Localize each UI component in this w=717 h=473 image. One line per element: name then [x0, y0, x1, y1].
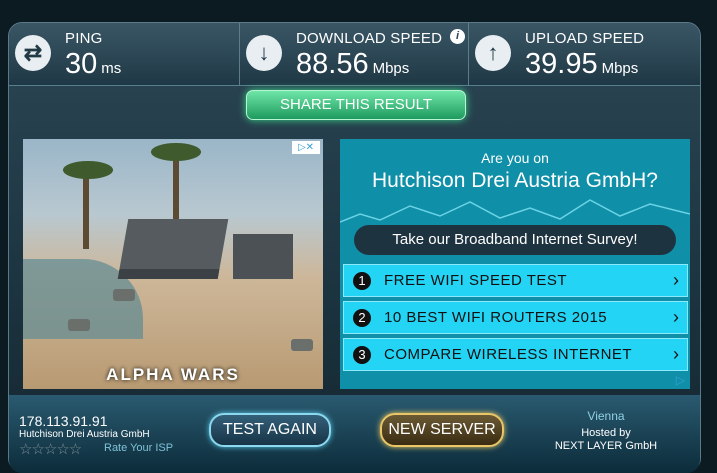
download-label: DOWNLOAD SPEED	[296, 30, 443, 47]
ping-unit: ms	[101, 60, 122, 77]
chevron-right-icon: ›	[673, 344, 679, 364]
server-host: Hosted by NEXT LAYER GmbH	[521, 427, 691, 453]
ad-building	[233, 234, 293, 279]
upload-metric: ↑ UPLOAD SPEED 39.95 Mbps	[469, 23, 700, 85]
rating-stars-icon[interactable]: ☆☆☆☆☆	[19, 440, 82, 458]
upload-arrow-icon: ↑	[475, 35, 511, 71]
footer-bar: 178.113.91.91 Hutchison Drei Austria Gmb…	[9, 395, 700, 473]
ad-link-1[interactable]: 1 FREE WIFI SPEED TEST ›	[343, 264, 688, 297]
survey-button[interactable]: Take our Broadband Internet Survey!	[354, 225, 676, 255]
ad-wave-graphic	[340, 199, 690, 223]
link-label: FREE WIFI SPEED TEST	[384, 272, 568, 289]
isp-name: Hutchison Drei Austria GmbH	[19, 429, 150, 440]
survey-ad: Are you on Hutchison Drei Austria GmbH? …	[340, 139, 690, 389]
ad-brand: ALPHA WARS	[106, 365, 240, 384]
ad-tank	[291, 339, 313, 351]
results-bar: ⇄ PING 30 ms ↓ DOWNLOAD SPEED 88.56 Mbps i…	[9, 23, 700, 86]
ping-value: 30 ms	[65, 48, 122, 80]
ad-tank	[113, 289, 135, 301]
link-number: 2	[353, 309, 371, 327]
download-unit: Mbps	[372, 60, 410, 77]
ad-tank	[68, 319, 90, 331]
download-metric: ↓ DOWNLOAD SPEED 88.56 Mbps	[240, 23, 468, 85]
ip-address: 178.113.91.91	[19, 413, 108, 429]
ad-link-3[interactable]: 3 COMPARE WIRELESS INTERNET ›	[343, 338, 688, 371]
host-name: NEXT LAYER GmbH	[554, 440, 658, 452]
upload-value: 39.95 Mbps	[525, 48, 639, 80]
adchoices-icon[interactable]: ▷	[676, 373, 685, 387]
server-city: Vienna	[587, 409, 625, 423]
ad-link-2[interactable]: 2 10 BEST WIFI ROUTERS 2015 ›	[343, 301, 688, 334]
link-number: 3	[353, 346, 371, 364]
download-arrow-icon: ↓	[246, 35, 282, 71]
link-label: COMPARE WIRELESS INTERNET	[384, 346, 633, 363]
upload-unit: Mbps	[601, 60, 639, 77]
chevron-right-icon: ›	[673, 270, 679, 290]
ad-bunker	[117, 219, 229, 279]
upload-label: UPLOAD SPEED	[525, 30, 645, 47]
game-ad[interactable]: ▷✕ ALPHA WARS	[23, 139, 323, 389]
palm-leaves	[63, 161, 113, 179]
test-again-button[interactable]: TEST AGAIN	[209, 413, 331, 447]
palm-leaves	[151, 143, 201, 161]
palm-tree	[83, 169, 89, 249]
chevron-right-icon: ›	[673, 307, 679, 327]
ping-arrows-icon: ⇄	[15, 35, 51, 71]
rate-isp-link[interactable]: Rate Your ISP	[104, 442, 173, 454]
link-label: 10 BEST WIFI ROUTERS 2015	[384, 309, 608, 326]
speedtest-panel: ⇄ PING 30 ms ↓ DOWNLOAD SPEED 88.56 Mbps i…	[8, 22, 701, 473]
ping-label: PING	[65, 30, 103, 47]
share-result-button[interactable]: SHARE THIS RESULT	[246, 90, 466, 120]
link-number: 1	[353, 272, 371, 290]
adchoices-icon[interactable]: ▷✕	[292, 141, 320, 154]
ad-question-line1: Are you on	[481, 150, 549, 166]
hosted-by-label: Hosted by	[581, 427, 631, 439]
info-icon[interactable]: i	[450, 29, 465, 44]
ping-metric: ⇄ PING 30 ms	[9, 23, 239, 85]
download-value: 88.56 Mbps	[296, 48, 410, 80]
ad-question-line2: Hutchison Drei Austria GmbH?	[372, 169, 658, 192]
new-server-button[interactable]: NEW SERVER	[380, 413, 504, 447]
